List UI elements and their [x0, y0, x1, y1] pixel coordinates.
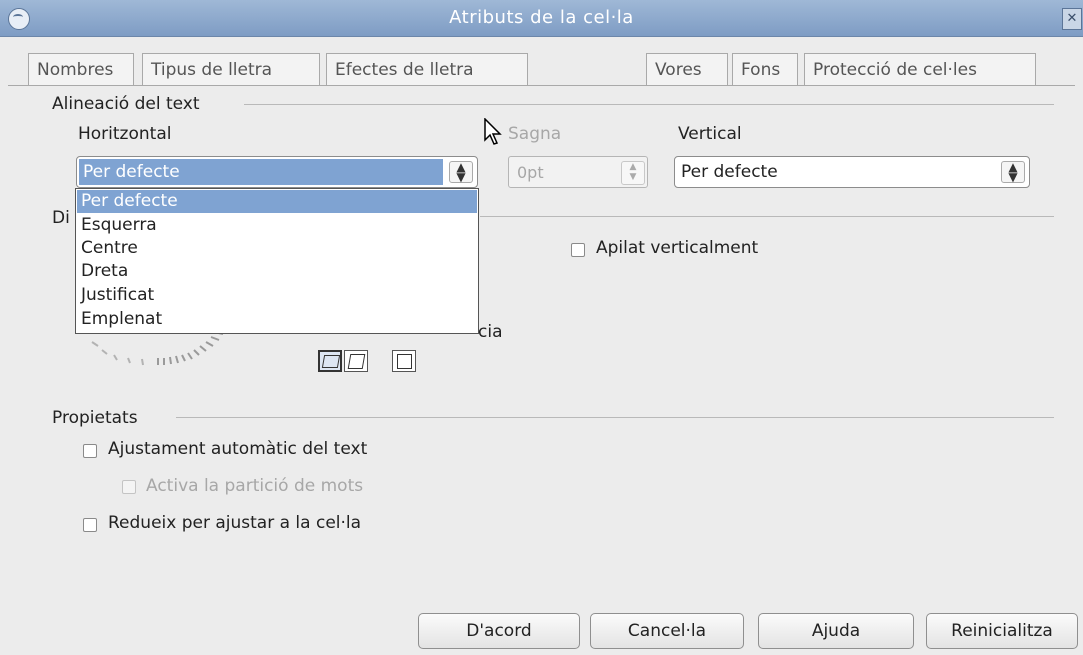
tabs-baseline	[8, 85, 1075, 86]
updown-arrows-icon: ▲ ▼	[1001, 161, 1025, 183]
option-per-defecte[interactable]: Per defecte	[77, 190, 477, 213]
horizontal-select-value: Per defecte	[83, 162, 180, 182]
option-justificat[interactable]: Justificat	[77, 284, 477, 307]
auto-wrap-checkbox[interactable]	[83, 444, 97, 458]
hyphenation-label: Activa la partició de mots	[146, 476, 364, 496]
option-centre[interactable]: Centre	[77, 237, 477, 260]
vertical-label: Vertical	[678, 124, 742, 144]
horizontal-select[interactable]: Per defecte ▲ ▼	[76, 156, 478, 188]
reset-button[interactable]: Reinicialitza	[926, 613, 1078, 649]
reference-edge-bottom-button[interactable]	[318, 350, 342, 372]
indent-spinbox[interactable]: 0pt ▲ ▼	[508, 156, 648, 188]
tab-fons[interactable]: Fons	[732, 53, 798, 85]
auto-wrap-label: Ajustament automàtic del text	[108, 439, 368, 459]
rotation-dial[interactable]	[80, 330, 250, 380]
tab-nombres[interactable]: Nombres	[28, 53, 134, 85]
vertical-select-value: Per defecte	[681, 162, 778, 182]
shrink-to-fit-checkbox[interactable]	[83, 518, 97, 532]
stacked-vertically-checkbox[interactable]	[571, 243, 585, 257]
option-esquerra[interactable]: Esquerra	[77, 214, 477, 237]
group-divider	[480, 216, 1054, 217]
group-divider	[176, 417, 1054, 418]
group-properties: Propietats	[52, 408, 138, 428]
reference-edge-inside-button[interactable]	[392, 350, 416, 372]
window-title: Atributs de la cel·la	[449, 7, 634, 28]
group-text-alignment: Alineació del text	[52, 94, 200, 114]
horizontal-label: Horitzontal	[78, 124, 172, 144]
indent-value: 0pt	[517, 163, 544, 182]
ok-button[interactable]: D'acord	[418, 613, 580, 649]
indent-label: Sagna	[508, 124, 562, 144]
cancel-button[interactable]: Cancel·la	[590, 613, 744, 649]
tab-proteccio-de-cel-les[interactable]: Protecció de cel·les	[804, 53, 1036, 85]
group-orientation: Di	[52, 208, 70, 228]
tab-tipus-de-lletra[interactable]: Tipus de lletra	[142, 53, 320, 85]
option-emplenat[interactable]: Emplenat	[77, 308, 477, 331]
option-dreta[interactable]: Dreta	[77, 260, 477, 283]
tab-vores[interactable]: Vores	[646, 53, 728, 85]
shrink-to-fit-label: Redueix per ajustar a la cel·la	[108, 513, 362, 533]
mouse-pointer-icon	[484, 118, 502, 145]
dial-ticks	[91, 331, 224, 366]
group-divider	[244, 104, 1054, 105]
close-icon[interactable]: ✕	[1062, 8, 1082, 30]
reference-edge-top-button[interactable]	[344, 350, 368, 372]
stacked-vertically-label: Apilat verticalment	[596, 238, 759, 258]
horizontal-options-list: Per defecte Esquerra Centre Dreta Justif…	[75, 188, 479, 334]
updown-arrows-icon[interactable]: ▲ ▼	[621, 161, 645, 185]
vertical-select[interactable]: Per defecte ▲ ▼	[674, 156, 1030, 188]
help-button[interactable]: Ajuda	[758, 613, 914, 649]
updown-arrows-icon: ▲ ▼	[449, 161, 473, 183]
tab-efectes-de-lletra[interactable]: Efectes de lletra	[326, 53, 528, 85]
reference-edge-label: cia	[478, 322, 503, 342]
hyphenation-checkbox[interactable]	[122, 480, 136, 494]
